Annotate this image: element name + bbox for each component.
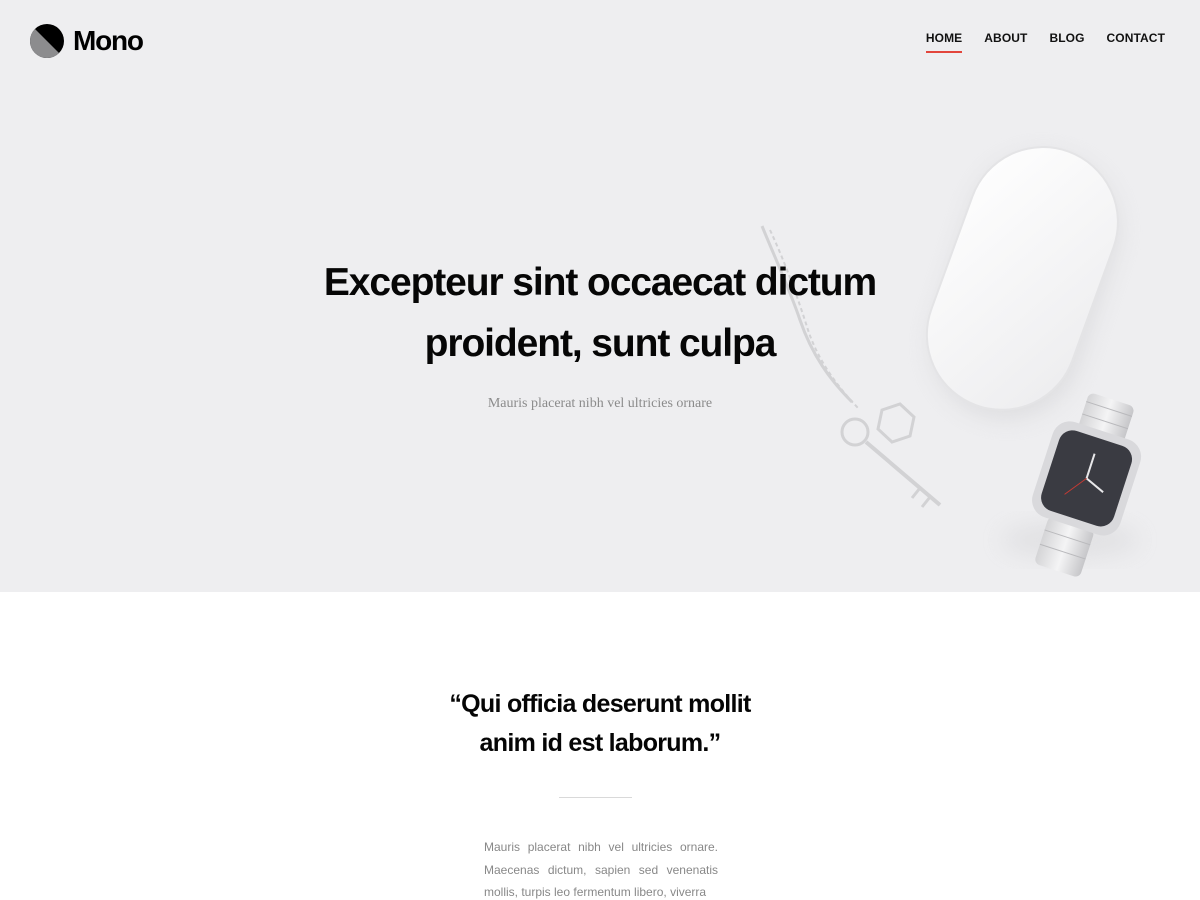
brand-name: Mono [73, 25, 144, 56]
hero-content: Excepteur sint occaecat dictum proident,… [0, 252, 1200, 412]
hero-section: Mono HOME ABOUT BLOG CONTACT Excepteur s… [0, 0, 1200, 592]
nav-link-blog[interactable]: BLOG [1049, 31, 1084, 53]
main-nav: HOME ABOUT BLOG CONTACT [904, 31, 1165, 53]
hero-title: Excepteur sint occaecat dictum proident,… [323, 261, 877, 365]
divider [559, 797, 632, 798]
quote-section: “Qui officia deserunt mollit anim id est… [0, 592, 1200, 900]
body-text: Mauris placerat nibh vel ultricies ornar… [484, 840, 718, 899]
quote-line: anim id est laborum.” [479, 729, 722, 757]
quote-block: “Qui officia deserunt mollit anim id est… [0, 685, 1200, 763]
nav-link-contact[interactable]: CONTACT [1107, 31, 1165, 53]
hero-subtitle: Mauris placerat nibh vel ultricies ornar… [487, 396, 713, 411]
half-circle-logo-icon [30, 24, 64, 58]
nav-link-home[interactable]: HOME [925, 31, 963, 53]
quote-line: “Qui officia deserunt mollit [449, 690, 751, 718]
logo-link[interactable]: Mono [30, 24, 144, 58]
nav-link-about[interactable]: ABOUT [984, 31, 1027, 53]
